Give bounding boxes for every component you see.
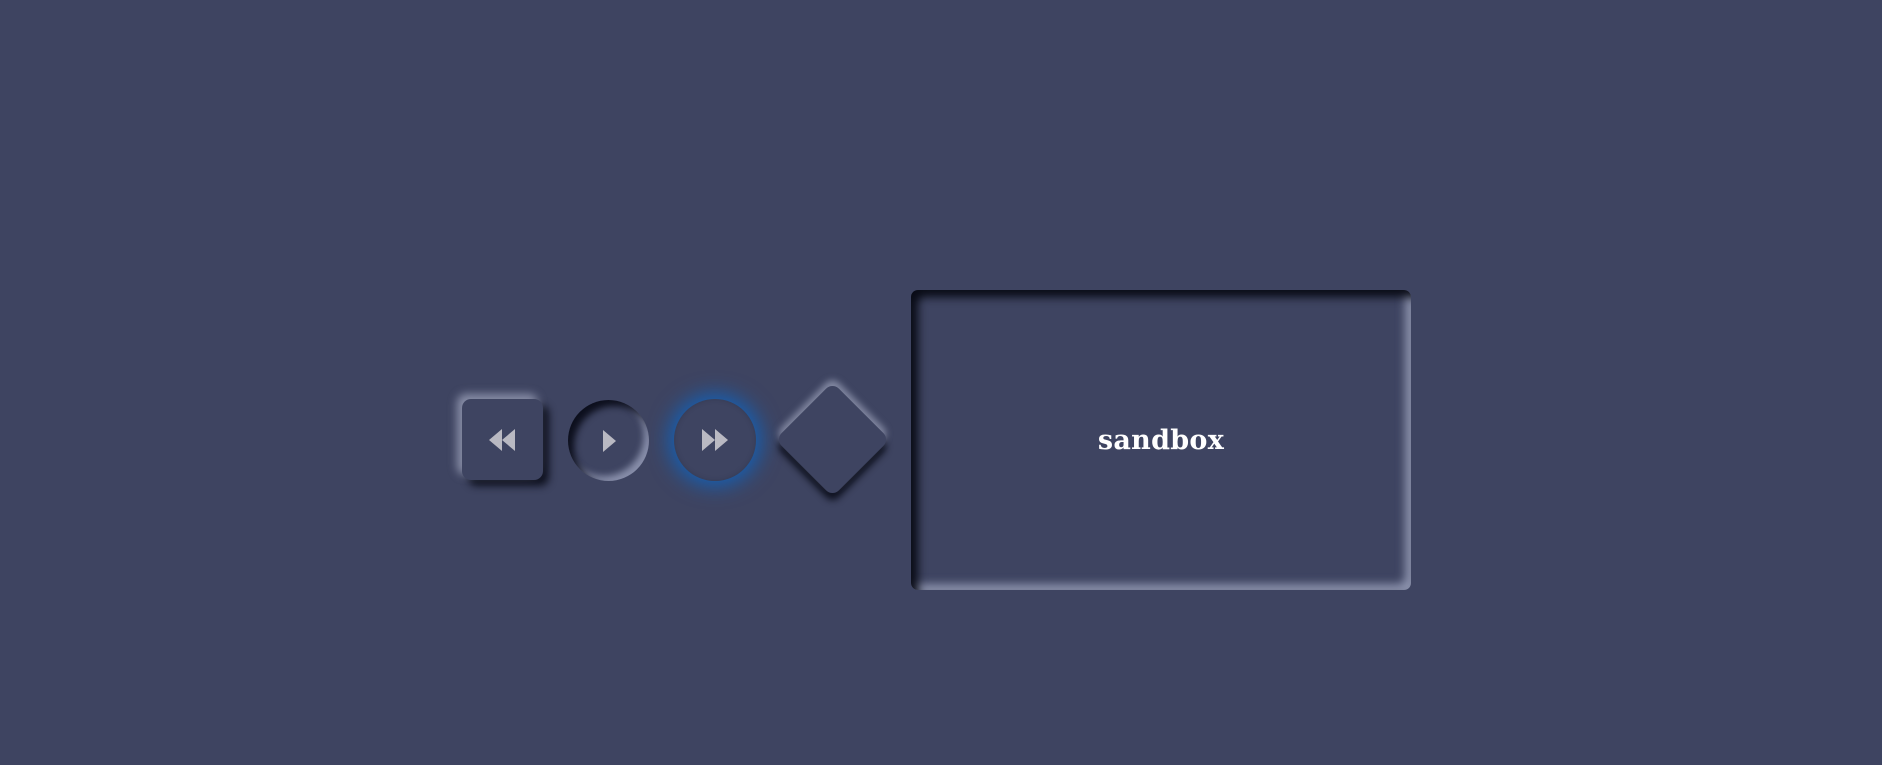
fast-forward-button[interactable] <box>674 399 756 481</box>
rewind-icon <box>488 427 518 453</box>
diamond-button[interactable] <box>775 382 890 497</box>
play-button[interactable] <box>568 400 649 481</box>
sandbox-panel: sandbox <box>911 290 1411 590</box>
sandbox-label: sandbox <box>1097 424 1225 456</box>
play-icon <box>601 428 617 454</box>
stage: sandbox <box>0 0 1882 765</box>
fast-forward-icon <box>700 427 730 453</box>
rewind-button[interactable] <box>462 399 543 480</box>
